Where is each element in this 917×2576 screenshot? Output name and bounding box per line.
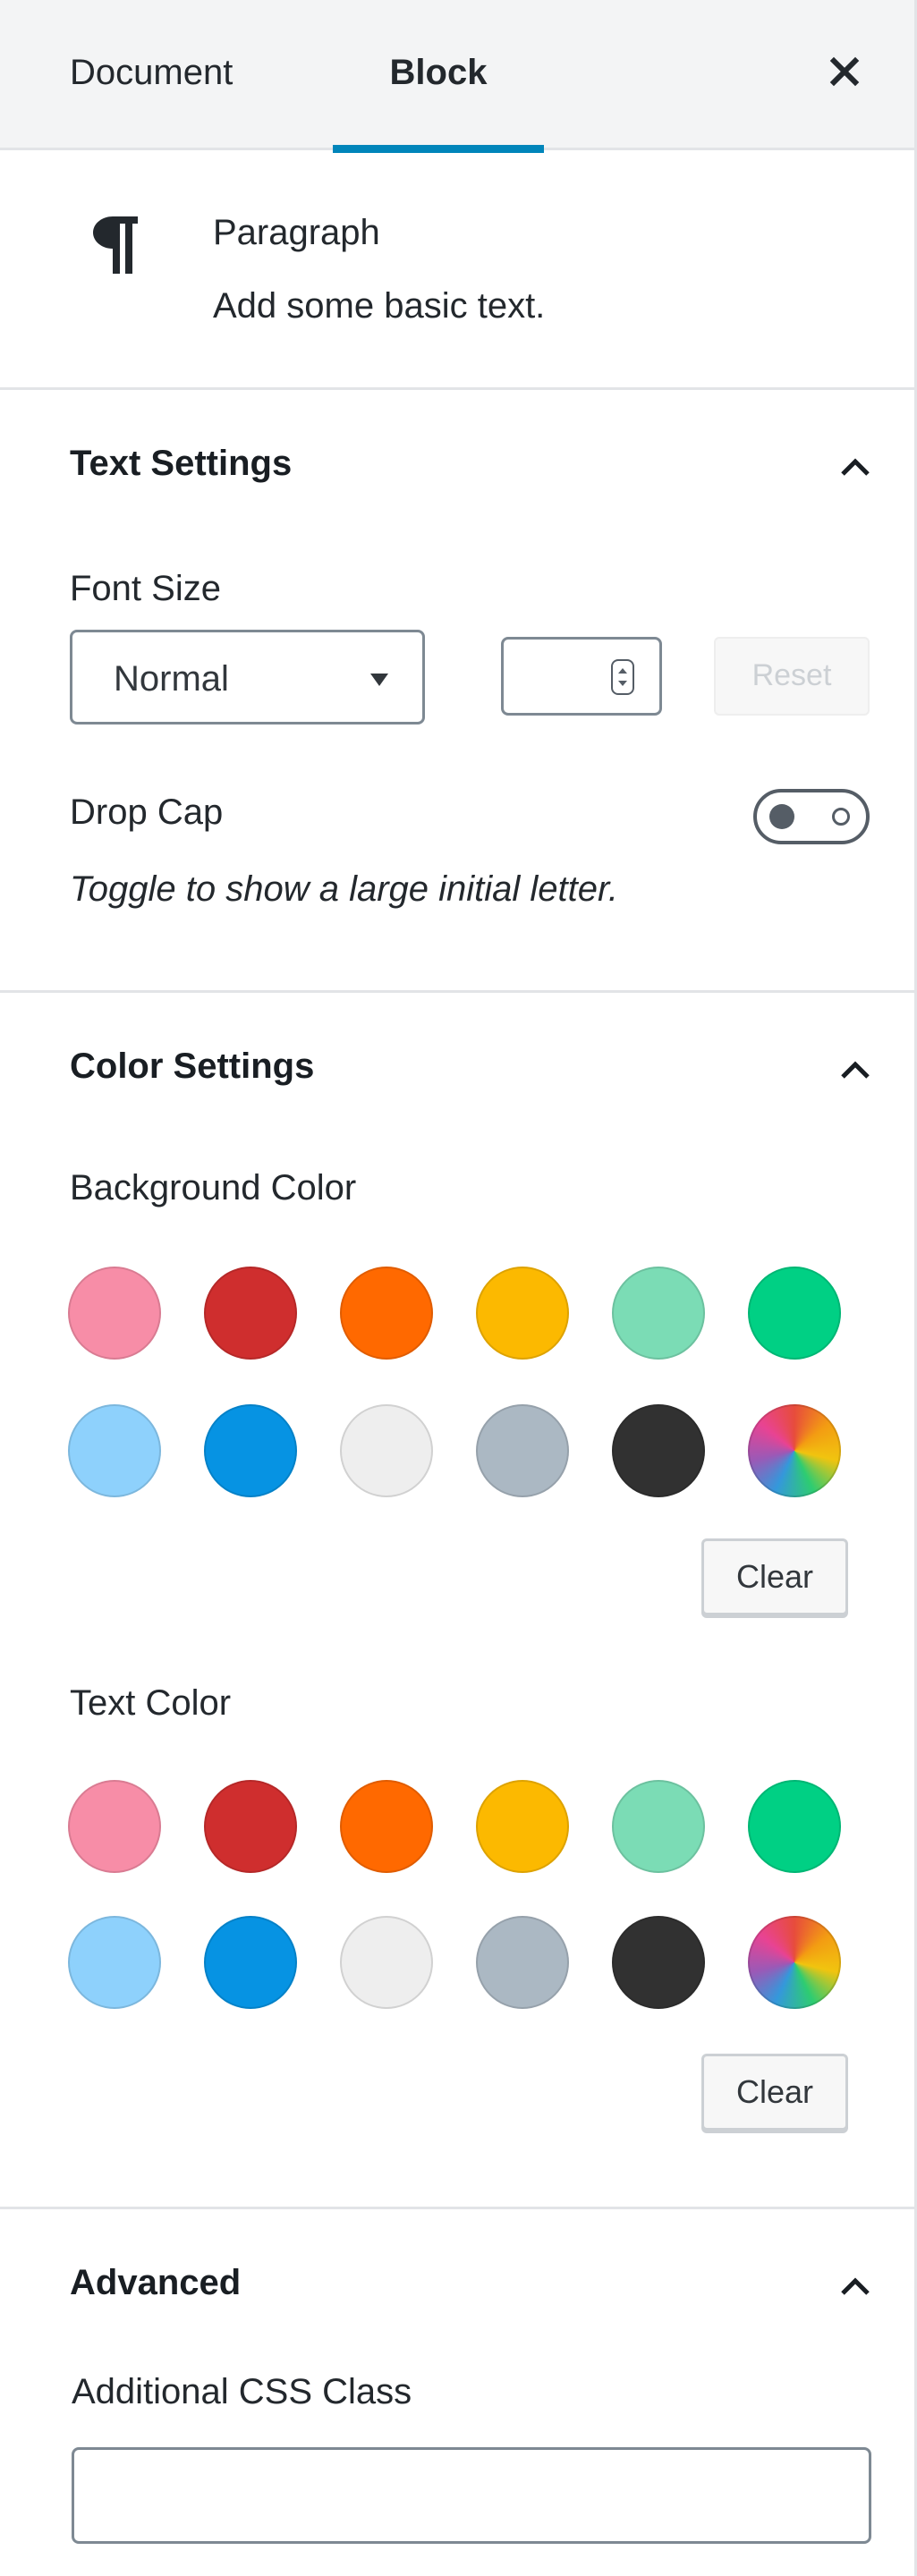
custom-color-picker-swatch[interactable] (748, 1404, 841, 1497)
color-swatch[interactable] (68, 1916, 161, 2009)
panel-title[interactable]: Advanced (70, 2263, 241, 2303)
reset-button[interactable]: Reset (714, 637, 870, 716)
color-swatch[interactable] (748, 1267, 841, 1360)
color-swatch[interactable] (204, 1780, 297, 1873)
color-settings-panel: Color Settings Background Color Clear Te… (0, 993, 914, 2209)
block-description: Add some basic text. (213, 286, 546, 326)
close-button[interactable] (818, 45, 871, 98)
color-swatch[interactable] (204, 1916, 297, 2009)
color-swatch[interactable] (476, 1916, 569, 2009)
background-color-label: Background Color (70, 1168, 357, 1208)
color-swatch[interactable] (204, 1404, 297, 1497)
toggle-off-indicator-icon (832, 808, 850, 826)
color-swatch[interactable] (476, 1404, 569, 1497)
color-swatch[interactable] (68, 1404, 161, 1497)
block-title: Paragraph (213, 213, 380, 252)
color-swatch[interactable] (476, 1780, 569, 1873)
custom-color-picker-swatch[interactable] (748, 1916, 841, 2009)
chevron-up-icon[interactable] (834, 445, 877, 488)
caret-down-icon (370, 674, 388, 686)
css-class-input[interactable] (72, 2447, 871, 2544)
panel-title[interactable]: Color Settings (70, 1046, 314, 1087)
font-size-value: Normal (114, 659, 229, 699)
color-swatch[interactable] (748, 1780, 841, 1873)
text-color-label: Text Color (70, 1683, 232, 1723)
advanced-panel: Advanced Additional CSS Class (0, 2209, 914, 2576)
color-swatch[interactable] (340, 1916, 433, 2009)
drop-cap-toggle[interactable] (753, 789, 870, 844)
chevron-up-icon[interactable] (834, 2265, 877, 2308)
clear-background-color-button[interactable]: Clear (701, 1538, 848, 1615)
sidebar-header: Document Block (0, 0, 914, 153)
color-swatch[interactable] (612, 1780, 705, 1873)
tab-document[interactable]: Document (70, 0, 233, 150)
color-swatch[interactable] (68, 1780, 161, 1873)
color-swatch[interactable] (340, 1404, 433, 1497)
block-inspector-sidebar: Document Block Paragraph Add some basic … (0, 0, 917, 2576)
spinner-icon[interactable] (611, 659, 634, 695)
color-swatch[interactable] (612, 1267, 705, 1360)
panel-title[interactable]: Text Settings (70, 444, 292, 484)
color-swatch[interactable] (204, 1267, 297, 1360)
chevron-up-icon[interactable] (834, 1048, 877, 1091)
font-size-select[interactable]: Normal (70, 630, 425, 724)
tab-block[interactable]: Block (333, 0, 544, 153)
font-size-label: Font Size (70, 569, 221, 608)
paragraph-icon (93, 216, 138, 274)
color-swatch[interactable] (340, 1780, 433, 1873)
drop-cap-hint: Toggle to show a large initial letter. (70, 869, 618, 909)
color-swatch[interactable] (612, 1916, 705, 2009)
close-icon (829, 56, 860, 87)
drop-cap-label: Drop Cap (70, 792, 224, 832)
toggle-knob (769, 804, 794, 829)
clear-text-color-button[interactable]: Clear (701, 2054, 848, 2131)
color-swatch[interactable] (68, 1267, 161, 1360)
color-swatch[interactable] (340, 1267, 433, 1360)
color-swatch[interactable] (476, 1267, 569, 1360)
custom-font-size-input[interactable] (501, 637, 662, 716)
css-class-label: Additional CSS Class (72, 2372, 412, 2411)
text-settings-panel: Text Settings Font Size Normal Reset Dro… (0, 390, 914, 993)
block-card: Paragraph Add some basic text. (0, 150, 914, 390)
color-swatch[interactable] (612, 1404, 705, 1497)
